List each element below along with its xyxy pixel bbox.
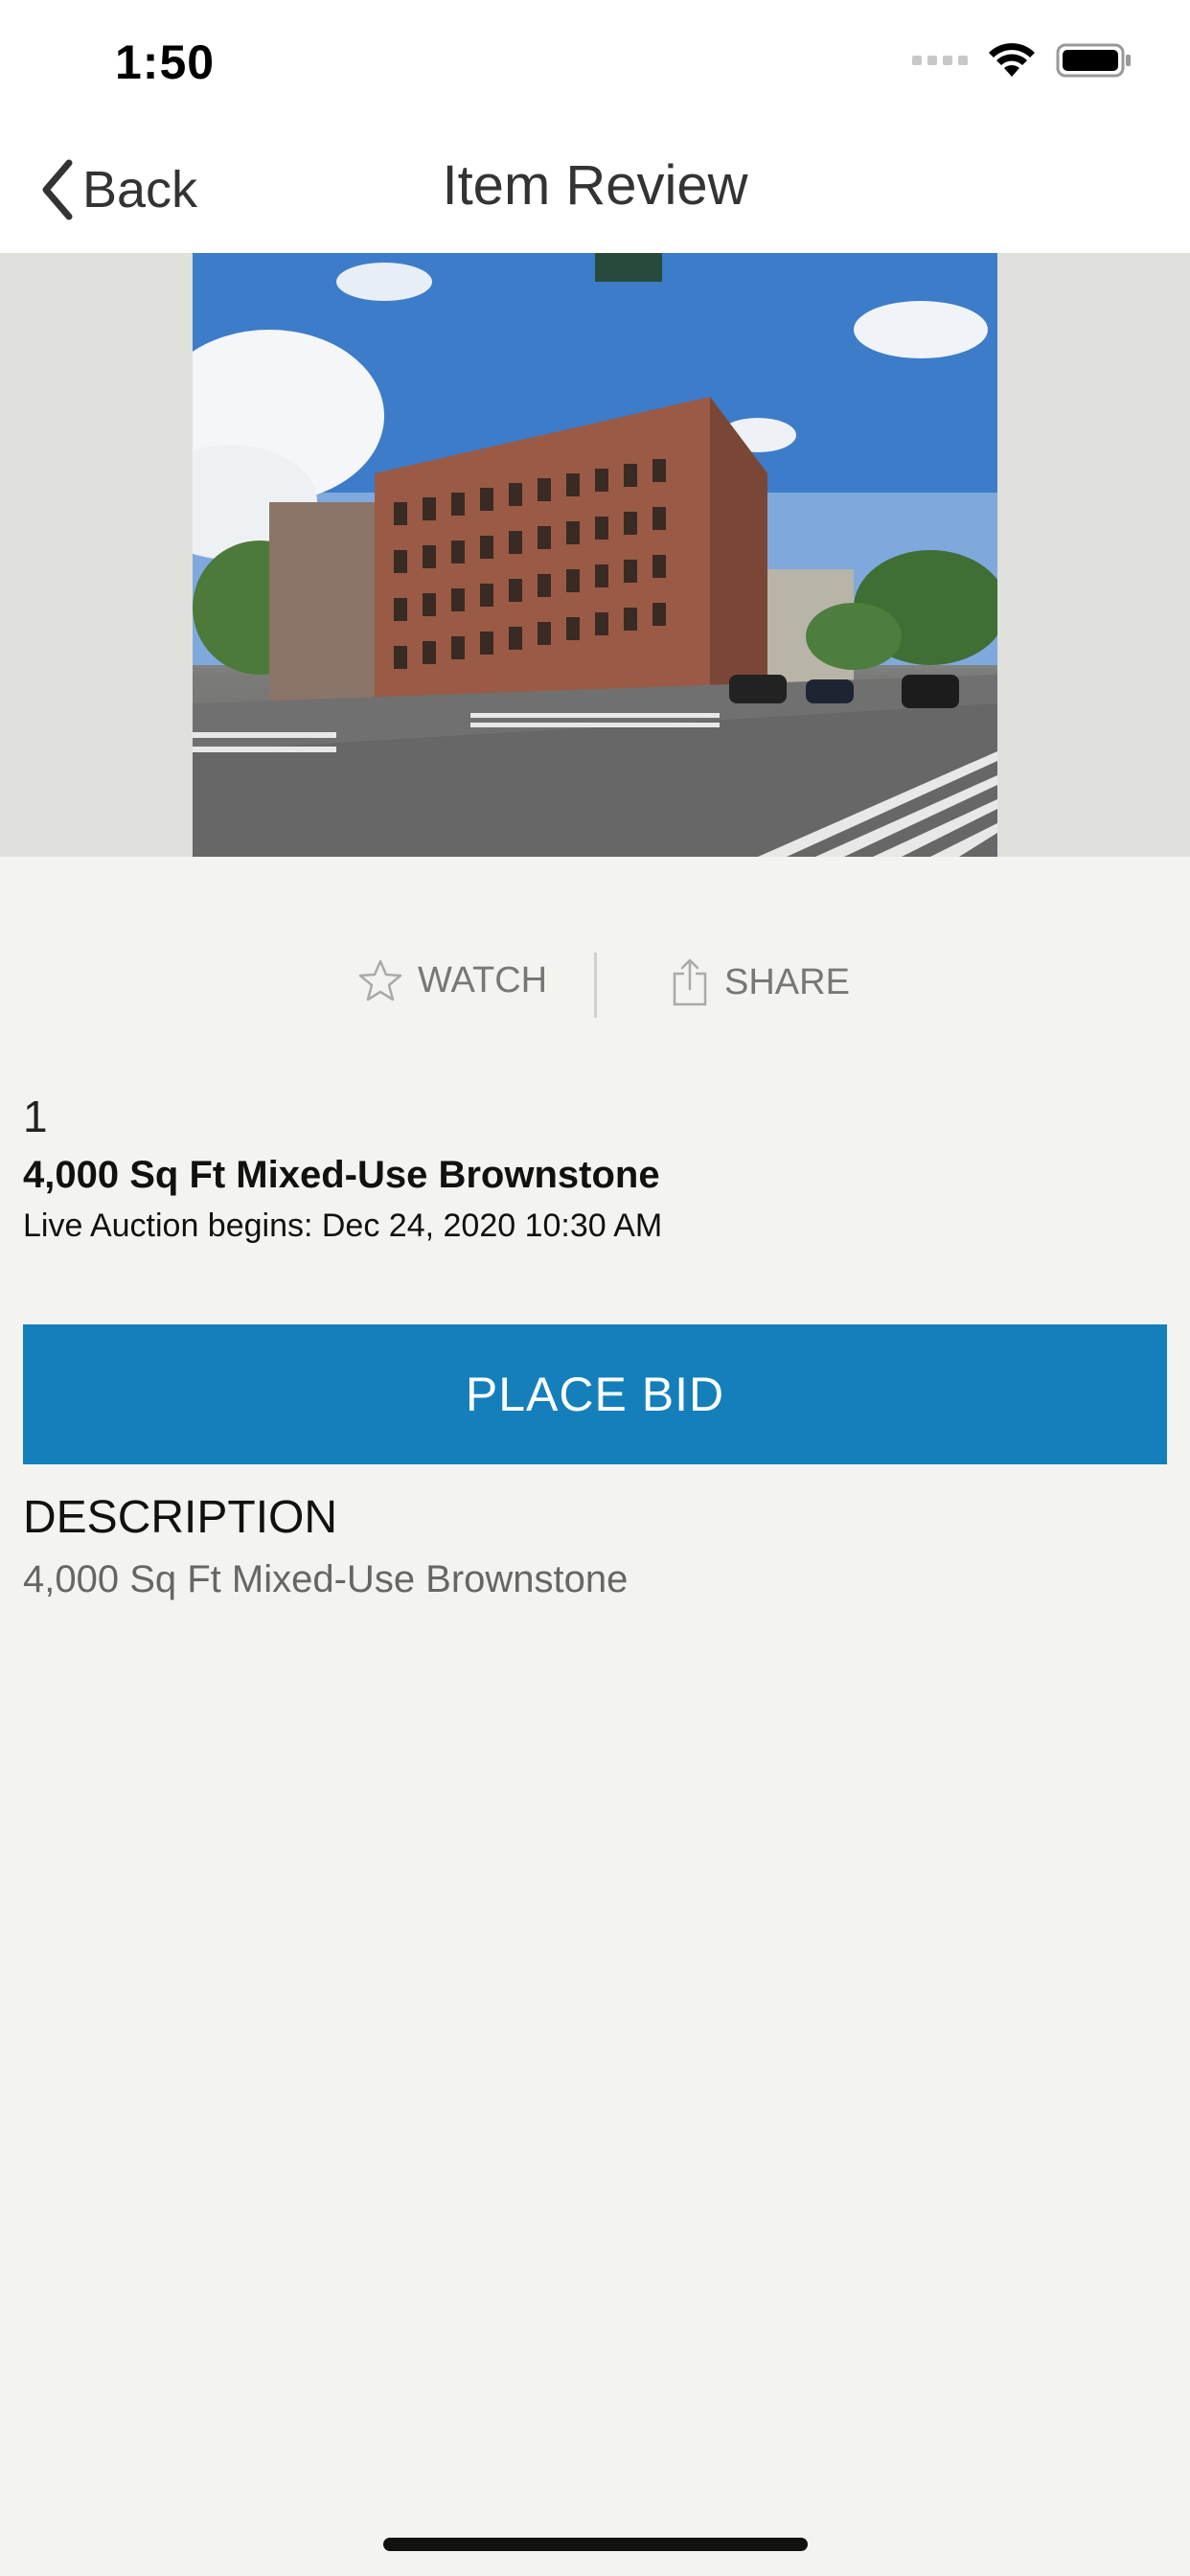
description-heading: DESCRIPTION xyxy=(23,1492,338,1543)
battery-icon xyxy=(1056,43,1131,78)
status-time: 1:50 xyxy=(115,35,216,89)
home-indicator[interactable] xyxy=(383,2538,808,2551)
watch-label: WATCH xyxy=(418,959,548,1000)
item-image-container xyxy=(0,253,1190,857)
item-actions: WATCH SHARE xyxy=(0,949,1190,1022)
star-icon xyxy=(358,959,402,1001)
lot-number: 1 xyxy=(23,1092,48,1141)
nav-bar: Back Item Review xyxy=(0,126,1190,253)
brownstone-building-image xyxy=(193,253,997,857)
watch-button[interactable]: WATCH xyxy=(358,958,547,1002)
description-text: 4,000 Sq Ft Mixed-Use Brownstone xyxy=(23,1558,629,1600)
share-button[interactable]: SHARE xyxy=(671,958,850,1006)
status-icons xyxy=(912,42,1133,79)
cellular-signal-icon xyxy=(912,56,968,65)
item-photo[interactable] xyxy=(193,253,997,857)
page-title: Item Review xyxy=(442,154,748,217)
action-divider xyxy=(594,953,597,1018)
item-title: 4,000 Sq Ft Mixed-Use Brownstone xyxy=(23,1154,660,1196)
wifi-icon xyxy=(989,43,1035,77)
auction-start-info: Live Auction begins: Dec 24, 2020 10:30 … xyxy=(23,1208,663,1244)
share-label: SHARE xyxy=(724,961,850,1002)
place-bid-button[interactable]: PLACE BID xyxy=(23,1324,1167,1464)
share-icon xyxy=(673,958,707,1006)
status-bar: 1:50 xyxy=(0,0,1190,126)
